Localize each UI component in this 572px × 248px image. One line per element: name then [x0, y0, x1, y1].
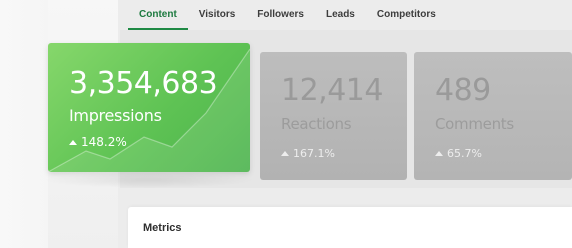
metrics-title: Metrics: [143, 222, 182, 234]
tab-visitors[interactable]: Visitors: [188, 0, 247, 30]
trend-up-icon: [435, 151, 443, 156]
impressions-card[interactable]: 3,354,683 Impressions 148.2%: [48, 43, 250, 172]
tab-competitors[interactable]: Competitors: [366, 0, 447, 30]
reactions-label: Reactions: [281, 115, 352, 133]
impressions-change: 148.2%: [69, 135, 127, 149]
comments-change-value: 65.7%: [447, 147, 482, 160]
trend-up-icon: [69, 139, 77, 145]
reactions-value: 12,414: [281, 73, 383, 108]
tab-content[interactable]: Content: [128, 0, 188, 30]
analytics-tabs: Content Visitors Followers Leads Competi…: [128, 0, 447, 30]
reactions-change-value: 167.1%: [293, 147, 335, 160]
comments-card[interactable]: 489 Comments 65.7%: [414, 52, 572, 180]
tab-leads[interactable]: Leads: [315, 0, 366, 30]
metrics-panel: Metrics: [128, 207, 572, 248]
impressions-change-value: 148.2%: [81, 135, 127, 149]
analytics-page: Content Visitors Followers Leads Competi…: [0, 0, 572, 248]
tab-followers[interactable]: Followers: [246, 0, 315, 30]
left-margin: [0, 0, 48, 248]
trend-up-icon: [281, 151, 289, 156]
impressions-label: Impressions: [69, 106, 162, 125]
card-shadow: [42, 172, 256, 188]
reactions-change: 167.1%: [281, 147, 335, 160]
reactions-card[interactable]: 12,414 Reactions 167.1%: [260, 52, 407, 180]
comments-value: 489: [435, 73, 491, 108]
impressions-value: 3,354,683: [69, 66, 218, 101]
comments-change: 65.7%: [435, 147, 482, 160]
comments-label: Comments: [435, 115, 514, 133]
